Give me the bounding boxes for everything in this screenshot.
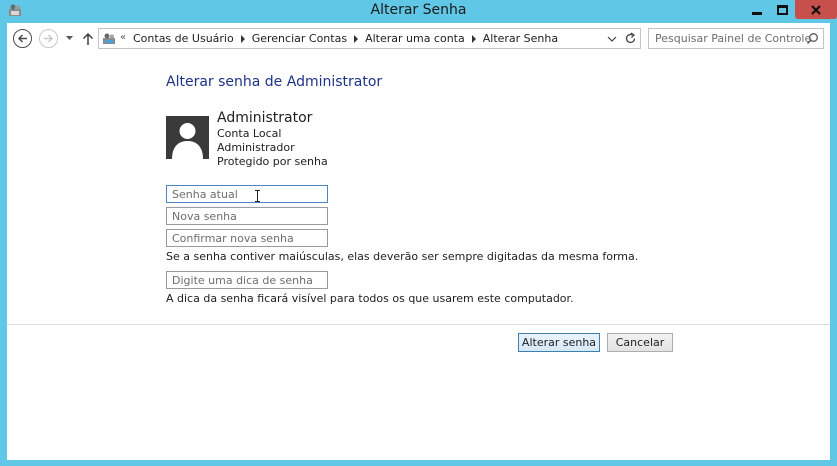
account-type: Conta Local <box>217 127 282 140</box>
breadcrumb-separator-icon[interactable] <box>471 34 476 43</box>
search-box[interactable]: Pesquisar Painel de Controle <box>648 28 824 49</box>
navigation-bar: « Contas de Usuário Gerenciar Contas Alt… <box>7 23 830 54</box>
breadcrumb-item[interactable]: Contas de Usuário <box>133 32 234 45</box>
account-name: Administrator <box>217 110 313 126</box>
close-button[interactable] <box>795 0 837 19</box>
account-protection: Protegido por senha <box>217 155 328 168</box>
cancel-button[interactable]: Cancelar <box>607 333 673 352</box>
refresh-icon[interactable] <box>624 32 637 45</box>
current-password-field[interactable] <box>166 185 328 203</box>
page-title: Alterar senha de Administrator <box>166 74 383 90</box>
breadcrumb-overflow-icon[interactable]: « <box>120 32 126 43</box>
search-placeholder: Pesquisar Painel de Controle <box>655 32 812 45</box>
chevron-down-icon <box>65 35 73 40</box>
breadcrumb-item[interactable]: Gerenciar Contas <box>252 32 347 45</box>
new-password-field[interactable] <box>166 207 328 225</box>
maximize-button[interactable] <box>770 0 795 19</box>
arrow-left-icon <box>17 34 27 43</box>
text-cursor-icon <box>255 190 260 202</box>
title-bar[interactable]: Alterar Senha <box>0 0 837 22</box>
user-silhouette-icon <box>172 123 203 159</box>
breadcrumb-separator-icon[interactable] <box>240 34 245 43</box>
new-password-input[interactable] <box>167 208 327 224</box>
minimize-button[interactable] <box>744 0 770 19</box>
hint-visibility-note: A dica da senha ficará visível para todo… <box>166 292 574 305</box>
password-hint-field[interactable] <box>166 271 328 289</box>
account-group: Administrador <box>217 141 295 154</box>
up-button[interactable] <box>81 30 95 47</box>
change-password-button[interactable]: Alterar senha <box>518 333 600 352</box>
confirm-password-input[interactable] <box>167 230 327 246</box>
case-sensitivity-note: Se a senha contiver maiúsculas, elas dev… <box>166 250 639 263</box>
content-area: « Contas de Usuário Gerenciar Contas Alt… <box>7 23 830 460</box>
arrow-up-icon <box>82 32 94 45</box>
maximize-icon <box>777 4 788 15</box>
divider <box>7 324 830 325</box>
breadcrumb-item[interactable]: Alterar Senha <box>483 32 558 45</box>
breadcrumb-item[interactable]: Alterar uma conta <box>365 32 465 45</box>
current-password-input[interactable] <box>167 186 327 202</box>
forward-button[interactable] <box>39 29 58 48</box>
confirm-password-field[interactable] <box>166 229 328 247</box>
breadcrumb-separator-icon[interactable] <box>354 34 359 43</box>
recent-locations-button[interactable] <box>64 32 74 44</box>
minimize-icon <box>752 12 762 15</box>
search-icon[interactable] <box>806 32 819 45</box>
window-frame: Alterar Senha « Contas de Usuário Gerenc… <box>0 0 837 466</box>
address-bar[interactable]: « Contas de Usuário Gerenciar Contas Alt… <box>98 28 641 49</box>
breadcrumb: Contas de Usuário Gerenciar Contas Alter… <box>133 32 558 45</box>
address-dropdown-icon[interactable] <box>607 35 617 43</box>
close-icon <box>811 4 821 15</box>
user-accounts-icon <box>103 33 115 44</box>
user-avatar <box>166 116 209 159</box>
arrow-right-icon <box>44 34 54 43</box>
window-title: Alterar Senha <box>370 2 467 18</box>
back-button[interactable] <box>13 29 32 48</box>
password-hint-input[interactable] <box>167 272 327 288</box>
